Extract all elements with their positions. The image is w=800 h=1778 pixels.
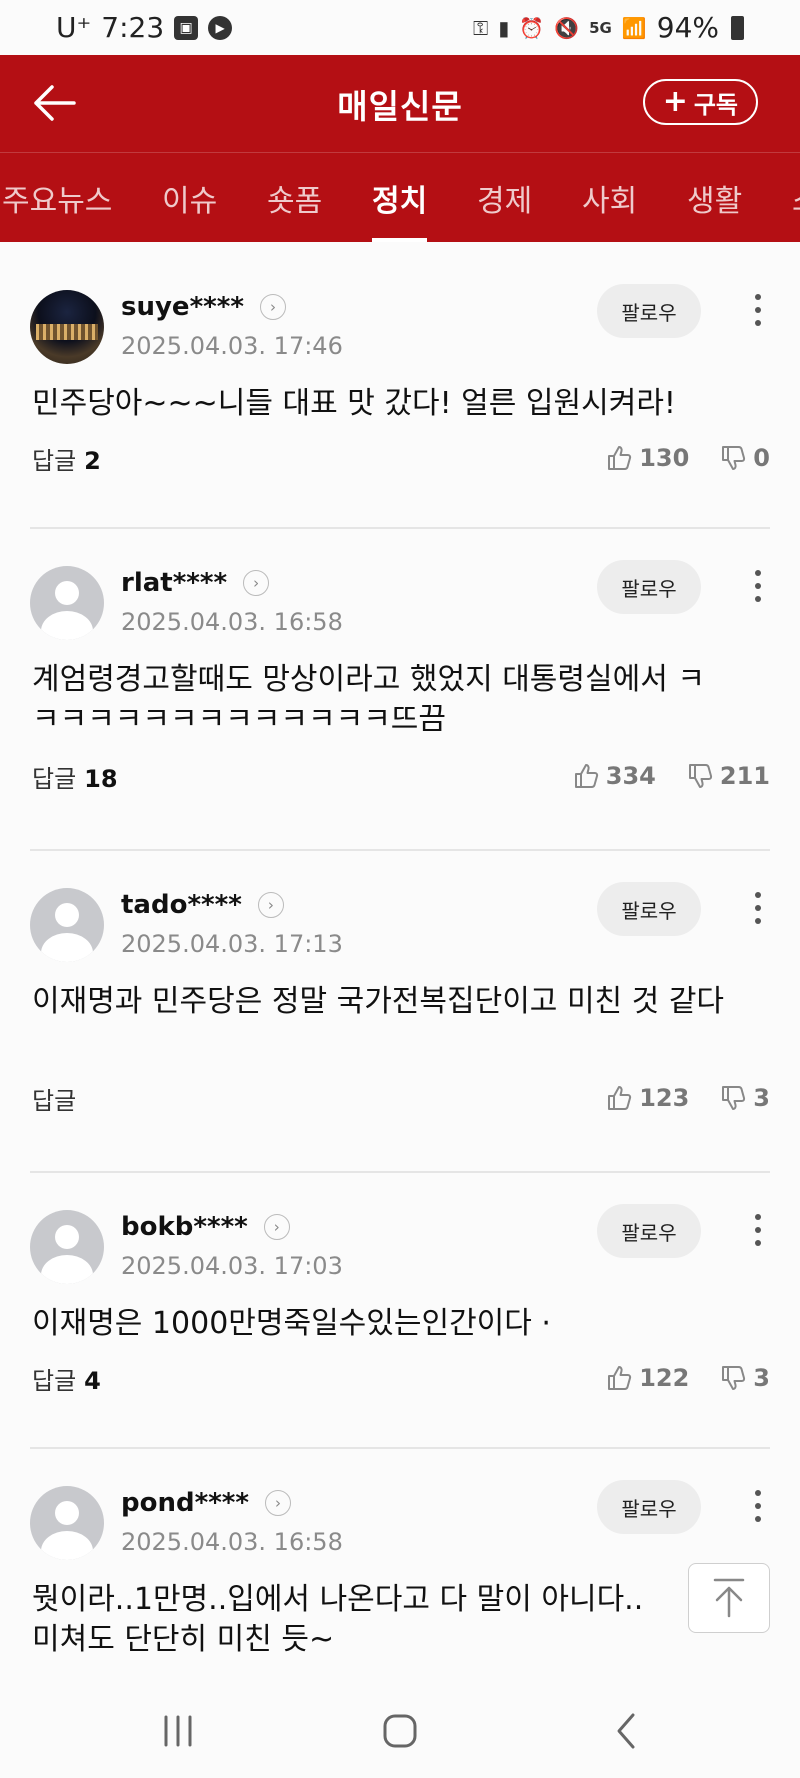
comment-username[interactable]: rlat****	[121, 568, 227, 598]
follow-button[interactable]: 팔로우	[597, 284, 701, 338]
like-button[interactable]: 123	[605, 1084, 689, 1112]
recent-apps-icon	[164, 1715, 192, 1747]
tab-economy[interactable]: 경제	[477, 153, 532, 242]
comment-date: 2025.04.03. 16:58	[121, 1528, 343, 1556]
alarm-icon: ⏰	[519, 15, 545, 40]
more-options-icon[interactable]	[746, 1484, 770, 1528]
follow-button[interactable]: 팔로우	[597, 1204, 701, 1258]
reply-button[interactable]: 답글 18	[32, 759, 118, 794]
reply-button[interactable]: 답글 4	[32, 1361, 101, 1396]
dislike-button[interactable]: 0	[719, 444, 770, 472]
thumbs-down-icon	[722, 446, 746, 470]
comment-text: 이재명은 1000만명죽일수있는인간이다 ·	[32, 1306, 551, 1341]
thumbs-up-icon	[574, 764, 598, 788]
home-button[interactable]	[370, 1706, 430, 1756]
dislike-button[interactable]: 3	[719, 1084, 770, 1112]
tab-politics[interactable]: 정치	[372, 153, 428, 242]
subscribe-button[interactable]: + 구독	[642, 79, 758, 125]
more-options-icon[interactable]	[746, 1208, 770, 1252]
back-button[interactable]	[26, 77, 82, 129]
thumbs-up-icon	[608, 1366, 632, 1390]
comment-date: 2025.04.03. 17:13	[121, 930, 343, 958]
divider	[30, 1447, 770, 1449]
avatar[interactable]	[30, 1486, 104, 1560]
more-options-icon[interactable]	[746, 288, 770, 332]
reply-button[interactable]: 답글	[32, 1081, 84, 1116]
thumbs-down-icon	[722, 1366, 746, 1390]
chevron-right-icon[interactable]: ›	[264, 1490, 291, 1516]
comment-date: 2025.04.03. 16:58	[121, 608, 343, 636]
comment-username[interactable]: pond****	[121, 1488, 249, 1518]
tab-sports[interactable]: 스	[792, 153, 800, 242]
avatar[interactable]	[30, 290, 104, 364]
scroll-to-top-button[interactable]	[688, 1563, 770, 1633]
comment-text: 민주당아~~~니들 대표 맛 갔다! 얼른 입원시켜라!	[32, 386, 676, 421]
follow-button[interactable]: 팔로우	[597, 882, 701, 936]
battery-percent: 94%	[656, 11, 719, 44]
category-tabs: 주요뉴스 이슈 숏폼 정치 경제 사회 생활 스	[0, 152, 800, 242]
network-type: 5G	[589, 18, 612, 37]
chevron-right-icon[interactable]: ›	[243, 570, 270, 596]
recent-apps-button[interactable]	[148, 1706, 208, 1756]
arrow-left-icon	[34, 85, 76, 121]
avatar[interactable]	[30, 888, 104, 962]
system-nav-bar	[0, 1682, 800, 1778]
app-header: 매일신문 + 구독	[0, 55, 800, 152]
mute-icon: 🔇	[554, 15, 580, 40]
chevron-right-icon[interactable]: ›	[259, 294, 286, 320]
comment-text: 뭣이라..1만명..입에서 나온다고 다 말이 아니다.. 미쳐도 단단히 미친…	[32, 1582, 644, 1657]
comment-text: 이재명과 민주당은 정말 국가전복집단이고 미친 것 같다	[32, 984, 725, 1019]
tab-society[interactable]: 사회	[582, 153, 637, 242]
comment-list: suye**** › 2025.04.03. 17:46 팔로우 민주당아~~~…	[0, 242, 800, 1682]
more-options-icon[interactable]	[746, 564, 770, 608]
nfc-icon: ▮	[498, 15, 510, 40]
home-icon	[383, 1714, 417, 1748]
avatar[interactable]	[30, 1210, 104, 1284]
like-button[interactable]: 130	[605, 444, 689, 472]
chevron-left-icon	[617, 1713, 635, 1749]
like-button[interactable]: 122	[605, 1364, 689, 1392]
arrow-up-icon	[713, 1578, 745, 1618]
avatar[interactable]	[30, 566, 104, 640]
dislike-button[interactable]: 3	[719, 1364, 770, 1392]
thumbs-down-icon	[688, 764, 713, 788]
comment-date: 2025.04.03. 17:46	[121, 332, 343, 360]
plus-icon: +	[662, 84, 688, 119]
subscribe-label: 구독	[693, 90, 738, 119]
comment-username[interactable]: bokb****	[121, 1212, 248, 1242]
key-icon: ⚿	[473, 15, 489, 40]
divider	[30, 1171, 770, 1173]
battery-icon	[731, 15, 744, 40]
tab-life[interactable]: 생활	[687, 153, 742, 242]
follow-button[interactable]: 팔로우	[597, 1480, 701, 1534]
divider	[30, 527, 770, 529]
chevron-right-icon[interactable]: ›	[257, 892, 284, 918]
comment-username[interactable]: suye****	[121, 292, 244, 322]
more-options-icon[interactable]	[746, 886, 770, 930]
play-icon: ▶	[208, 15, 233, 40]
gallery-icon: ▣	[174, 15, 199, 40]
dislike-button[interactable]: 211	[686, 762, 770, 790]
thumbs-up-icon	[608, 446, 632, 470]
clock: 7:23	[101, 11, 165, 44]
page-title: 매일신문	[337, 86, 463, 126]
comment-text: 계엄령경고할때도 망상이라고 했었지 대통령실에서 ㅋㅋㅋㅋㅋㅋㅋㅋㅋㅋㅋㅋㅋㅋ…	[32, 662, 705, 737]
carrier-label: U⁺	[56, 11, 92, 44]
reply-button[interactable]: 답글 2	[32, 441, 101, 476]
back-nav-button[interactable]	[596, 1706, 656, 1756]
tab-main-news[interactable]: 주요뉴스	[2, 153, 112, 242]
tab-shortform[interactable]: 숏폼	[267, 153, 322, 242]
thumbs-down-icon	[722, 1086, 746, 1110]
comment-date: 2025.04.03. 17:03	[121, 1252, 343, 1280]
like-button[interactable]: 334	[572, 762, 656, 790]
tab-issue[interactable]: 이슈	[162, 153, 217, 242]
thumbs-up-icon	[608, 1086, 632, 1110]
follow-button[interactable]: 팔로우	[597, 560, 701, 614]
comment-username[interactable]: tado****	[121, 890, 242, 920]
chevron-right-icon[interactable]: ›	[263, 1214, 290, 1240]
signal-icon: 📶	[621, 15, 647, 40]
status-bar: U⁺ 7:23 ▣ ▶ ⚿ ▮ ⏰ 🔇 5G 📶 94%	[0, 0, 800, 55]
divider	[30, 849, 770, 851]
